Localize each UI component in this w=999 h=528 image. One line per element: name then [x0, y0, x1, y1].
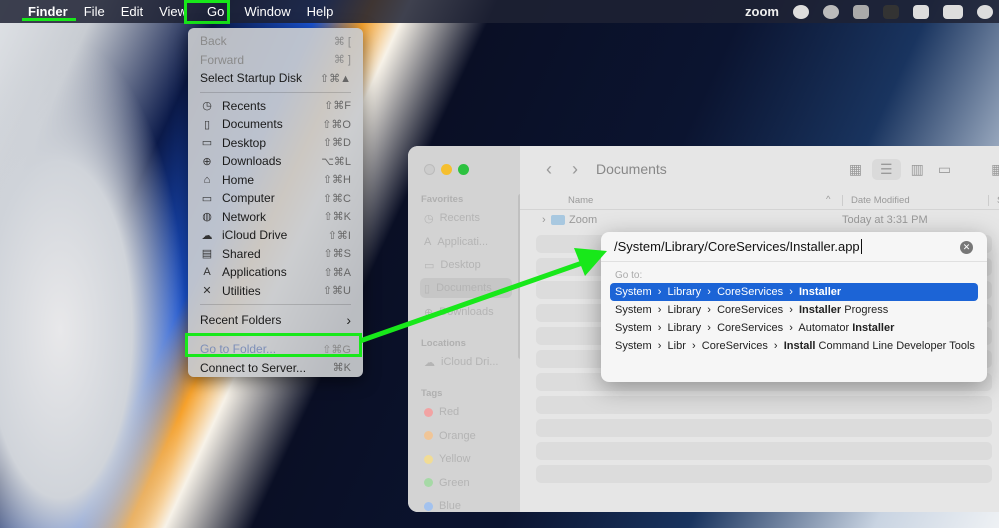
annotation-arrow — [359, 248, 607, 344]
